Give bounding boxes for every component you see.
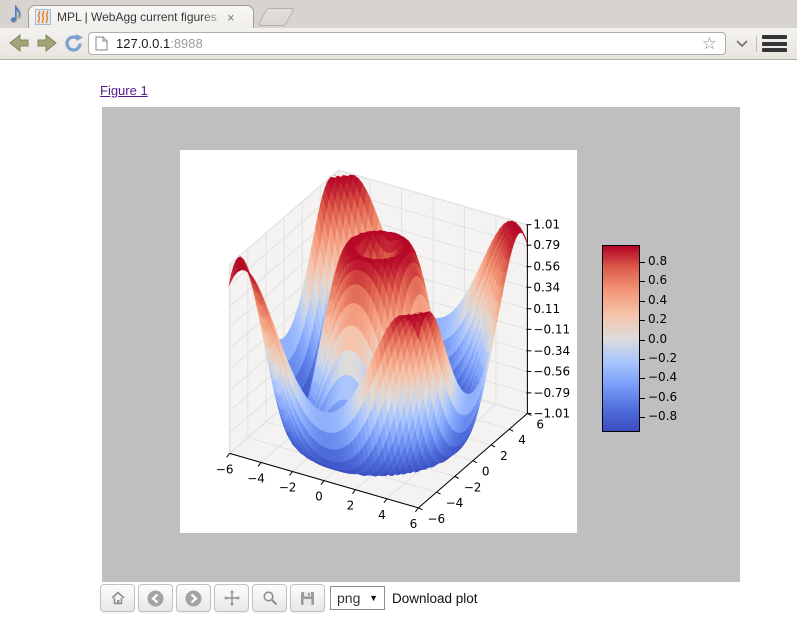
figure-area: 0.8 0.6 0.4 0.2 0.0 −0.2 −0.4 −0.6 −0.8 [102, 107, 740, 582]
colorbar-tick-mark [640, 339, 645, 341]
colorbar-tick-label: 0.8 [648, 254, 668, 268]
colorbar-tick-label: 0.0 [648, 331, 668, 346]
forward-arrow-icon [37, 34, 57, 52]
matplotlib-favicon [35, 9, 51, 25]
format-select-value: png [337, 590, 361, 606]
colorbar-tick-label: −0.2 [648, 350, 678, 365]
url-host: 127.0.0.1 [116, 36, 171, 51]
colorbar-tick-label: −0.6 [648, 389, 678, 404]
colorbar-tick-label: 0.4 [648, 292, 668, 307]
url-text[interactable]: 127.0.0.1:8988 [116, 36, 702, 51]
colorbar-tick-mark [640, 281, 645, 283]
download-plot-label[interactable]: Download plot [392, 591, 478, 606]
mpl-toolbar: png ▼ Download plot [100, 584, 478, 612]
tab-close-button[interactable]: × [227, 10, 235, 25]
toolbar-separator [756, 36, 757, 52]
page-document-icon [95, 36, 108, 51]
bookmark-star-icon[interactable]: ☆ [702, 35, 717, 52]
colorbar-tick-mark [640, 397, 645, 399]
tab-strip: ♪ MPL | WebAgg current figures × [0, 0, 797, 29]
colorbar-tick-label: −0.8 [648, 409, 678, 423]
colorbar-tick-label: 0.6 [648, 273, 668, 288]
colorbar [602, 245, 640, 432]
forward-button[interactable] [35, 31, 59, 55]
colorbar-tick-mark [640, 320, 645, 322]
pan-button[interactable] [214, 584, 249, 612]
active-tab[interactable]: MPL | WebAgg current figures × [28, 5, 254, 28]
figure-canvas[interactable] [180, 150, 577, 533]
browser-window: ♪ MPL | WebAgg current figures × 127.0.0… [0, 0, 797, 623]
chevron-down-icon [736, 40, 748, 48]
colorbar-tick-mark [640, 378, 645, 380]
url-port: :8988 [170, 36, 203, 51]
circle-forward-icon [185, 590, 202, 606]
reload-button[interactable] [61, 31, 85, 55]
menu-button[interactable] [762, 35, 787, 52]
music-note-icon: ♪ [8, 0, 23, 29]
circle-back-icon [147, 590, 164, 606]
select-arrow-icon: ▼ [369, 593, 378, 603]
back-view-button[interactable] [138, 584, 173, 612]
home-button[interactable] [100, 584, 135, 612]
zoom-button[interactable] [252, 584, 287, 612]
colorbar-tick-mark [640, 300, 645, 302]
floppy-disk-icon [301, 591, 314, 605]
new-tab-button[interactable] [257, 8, 295, 26]
back-button[interactable] [7, 31, 31, 55]
webagg-page: Figure 1 0.8 0.6 0.4 0.2 0.0 −0.2 −0.4 −0.6 −0.8 [0, 60, 797, 623]
tab-title: MPL | WebAgg current figures [57, 10, 217, 24]
figure-link[interactable]: Figure 1 [100, 83, 148, 98]
forward-view-button[interactable] [176, 584, 211, 612]
browser-toolbar: 127.0.0.1:8988 ☆ [0, 28, 797, 60]
colorbar-tick-label: −0.4 [648, 370, 678, 385]
colorbar-tick-mark [640, 417, 645, 418]
format-select[interactable]: png ▼ [330, 586, 385, 610]
colorbar-tick-label: 0.2 [648, 312, 668, 327]
pan-icon [223, 590, 240, 606]
downloads-chevron-button[interactable] [731, 34, 753, 54]
colorbar-tick-mark [640, 358, 645, 360]
home-icon [110, 591, 125, 605]
address-bar[interactable]: 127.0.0.1:8988 ☆ [88, 32, 726, 55]
reload-icon [64, 33, 83, 52]
colorbar-tick-mark [640, 262, 645, 263]
save-button[interactable] [290, 584, 325, 612]
back-arrow-icon [9, 34, 29, 52]
magnifier-icon [262, 591, 277, 606]
